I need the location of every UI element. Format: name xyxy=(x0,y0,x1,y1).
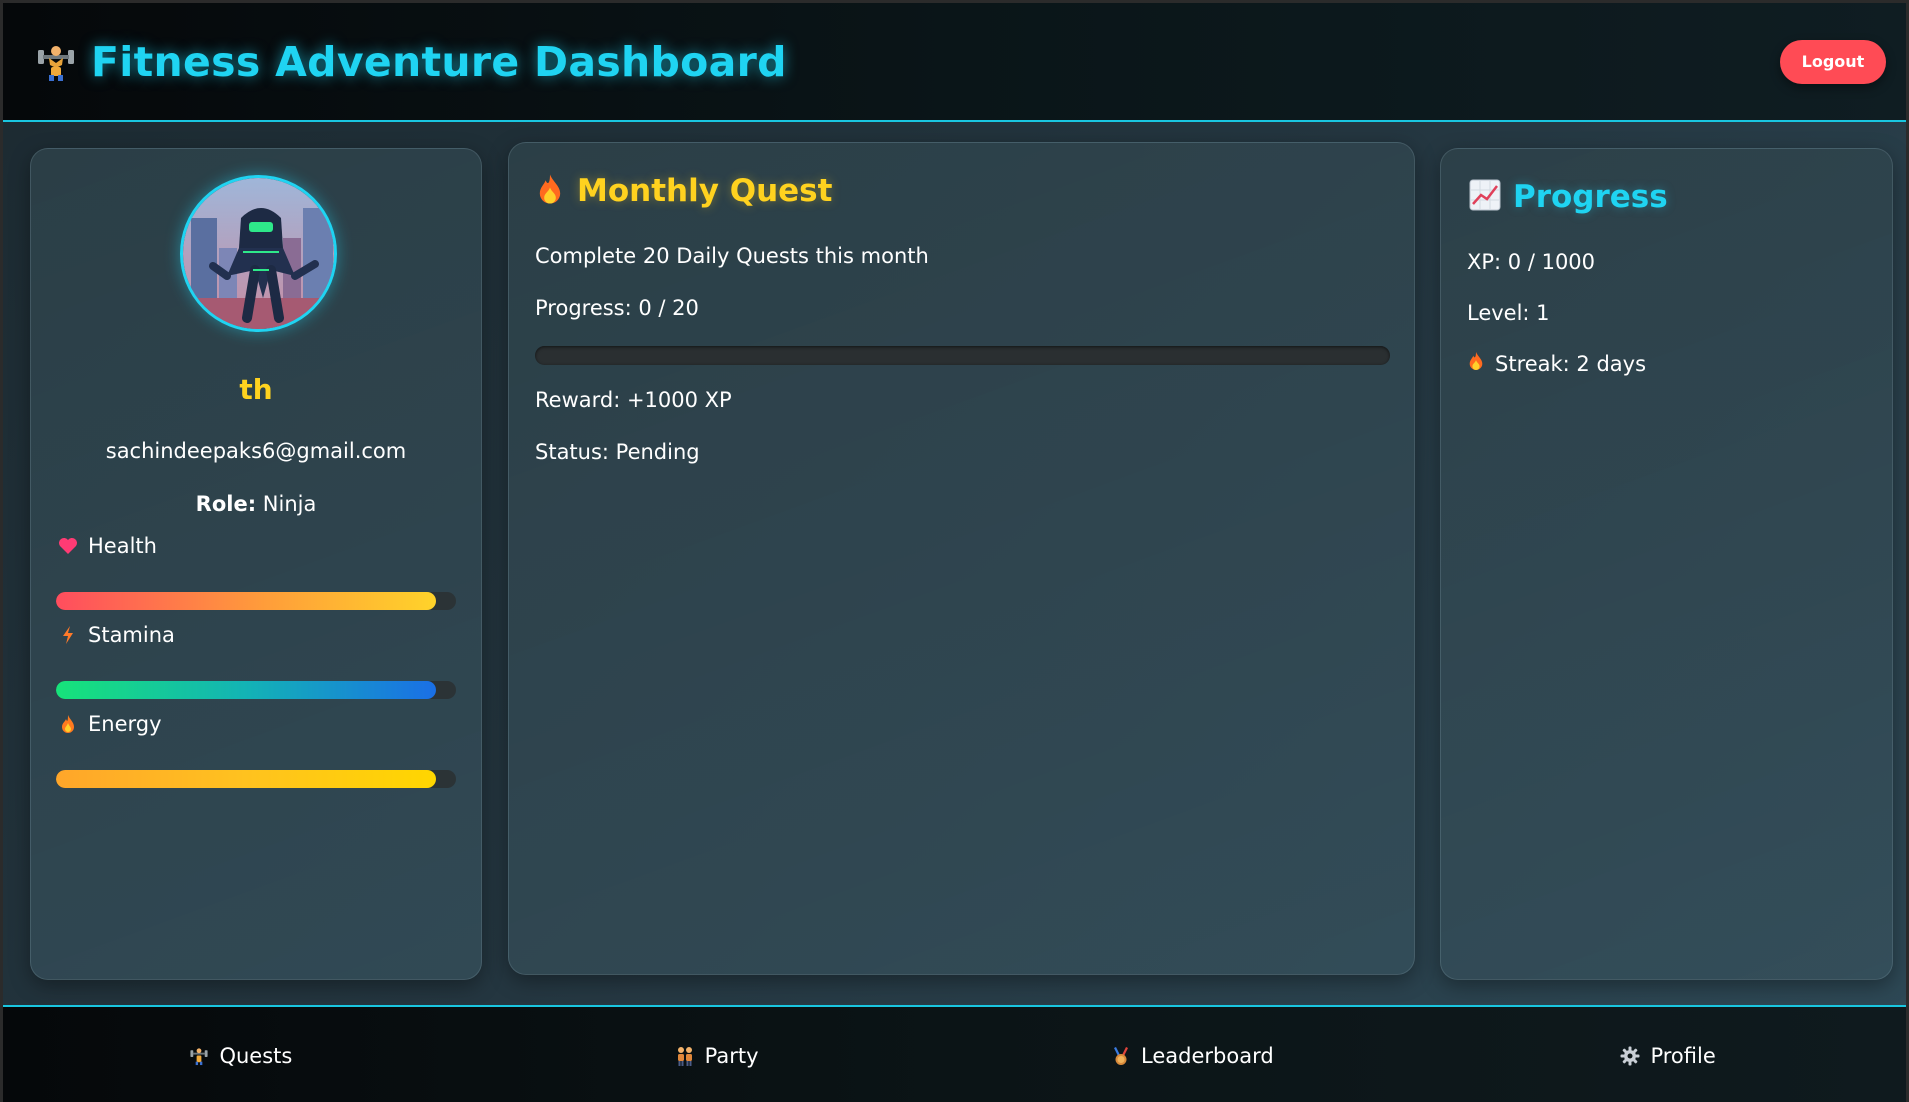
quest-reward: Reward: +1000 XP xyxy=(535,388,732,412)
quest-title: Monthly Quest xyxy=(535,173,832,209)
top-header: Fitness Adventure Dashboard Logout xyxy=(3,3,1906,122)
health-label: Health xyxy=(88,534,157,558)
quest-progress-text: Progress: 0 / 20 xyxy=(535,296,699,320)
user-role: Role: Ninja xyxy=(31,492,481,516)
app-window: Fitness Adventure Dashboard Logout th sa… xyxy=(0,0,1909,1102)
energy-stat-label: Energy xyxy=(58,712,162,736)
role-value: Ninja xyxy=(262,492,317,516)
nav-label-leaderboard: Leaderboard xyxy=(1141,1044,1274,1068)
role-label: Role: xyxy=(195,492,257,516)
progress-title: Progress xyxy=(1469,179,1668,215)
stamina-stat-label: Stamina xyxy=(58,623,175,647)
monthly-quest-card: Monthly Quest Complete 20 Daily Quests t… xyxy=(508,142,1415,975)
gear-icon xyxy=(1620,1046,1640,1066)
heart-icon xyxy=(58,536,78,556)
people-icon xyxy=(675,1046,695,1066)
username: th xyxy=(239,373,273,406)
logout-button[interactable]: Logout xyxy=(1780,39,1886,84)
quest-title-text: Monthly Quest xyxy=(577,173,833,209)
weightlifter-icon xyxy=(35,41,77,83)
avatar xyxy=(180,175,337,332)
lightning-icon xyxy=(58,625,78,645)
nav-item-leaderboard[interactable]: Leaderboard xyxy=(955,1007,1431,1102)
nav-item-profile[interactable]: Profile xyxy=(1430,1007,1906,1102)
nav-label-party: Party xyxy=(704,1044,759,1068)
fire-icon xyxy=(1467,351,1485,376)
quest-status: Status: Pending xyxy=(535,440,700,464)
brand: Fitness Adventure Dashboard xyxy=(35,38,787,86)
nav-label-quests: Quests xyxy=(219,1044,293,1068)
progress-title-text: Progress xyxy=(1513,179,1668,215)
progress-card: Progress XP: 0 / 1000 Level: 1 Streak: 2… xyxy=(1440,148,1893,980)
quest-progress-bar xyxy=(535,346,1390,365)
health-bar xyxy=(56,592,456,610)
energy-label: Energy xyxy=(88,712,162,736)
stamina-label: Stamina xyxy=(88,623,175,647)
energy-bar xyxy=(56,770,456,788)
profile-card: th sachindeepaks6@gmail.com Role: Ninja … xyxy=(30,148,482,980)
health-stat-label: Health xyxy=(58,534,157,558)
stamina-bar xyxy=(56,681,456,699)
quest-description: Complete 20 Daily Quests this month xyxy=(535,244,929,268)
nav-label-profile: Profile xyxy=(1650,1044,1716,1068)
stamina-bar-fill xyxy=(56,681,436,699)
xp-value: XP: 0 / 1000 xyxy=(1467,250,1596,274)
nav-item-quests[interactable]: Quests xyxy=(3,1007,479,1102)
chart-increasing-icon xyxy=(1469,179,1501,215)
level-text: Level: 1 xyxy=(1467,301,1550,325)
user-email: sachindeepaks6@gmail.com xyxy=(105,439,407,463)
weightlifter-icon xyxy=(189,1046,209,1066)
medal-icon xyxy=(1111,1046,1131,1066)
fire-icon xyxy=(58,714,78,734)
level-value: Level: 1 xyxy=(1467,301,1550,325)
fire-icon xyxy=(535,173,565,209)
bottom-nav: Quests Party Leaderboard Profile xyxy=(3,1005,1906,1102)
page-title: Fitness Adventure Dashboard xyxy=(91,37,787,86)
streak-text: Streak: 2 days xyxy=(1467,351,1646,376)
xp-text: XP: 0 / 1000 xyxy=(1467,250,1595,274)
energy-bar-fill xyxy=(56,770,436,788)
nav-item-party[interactable]: Party xyxy=(479,1007,955,1102)
streak-value: Streak: 2 days xyxy=(1495,351,1647,376)
health-bar-fill xyxy=(56,592,436,610)
